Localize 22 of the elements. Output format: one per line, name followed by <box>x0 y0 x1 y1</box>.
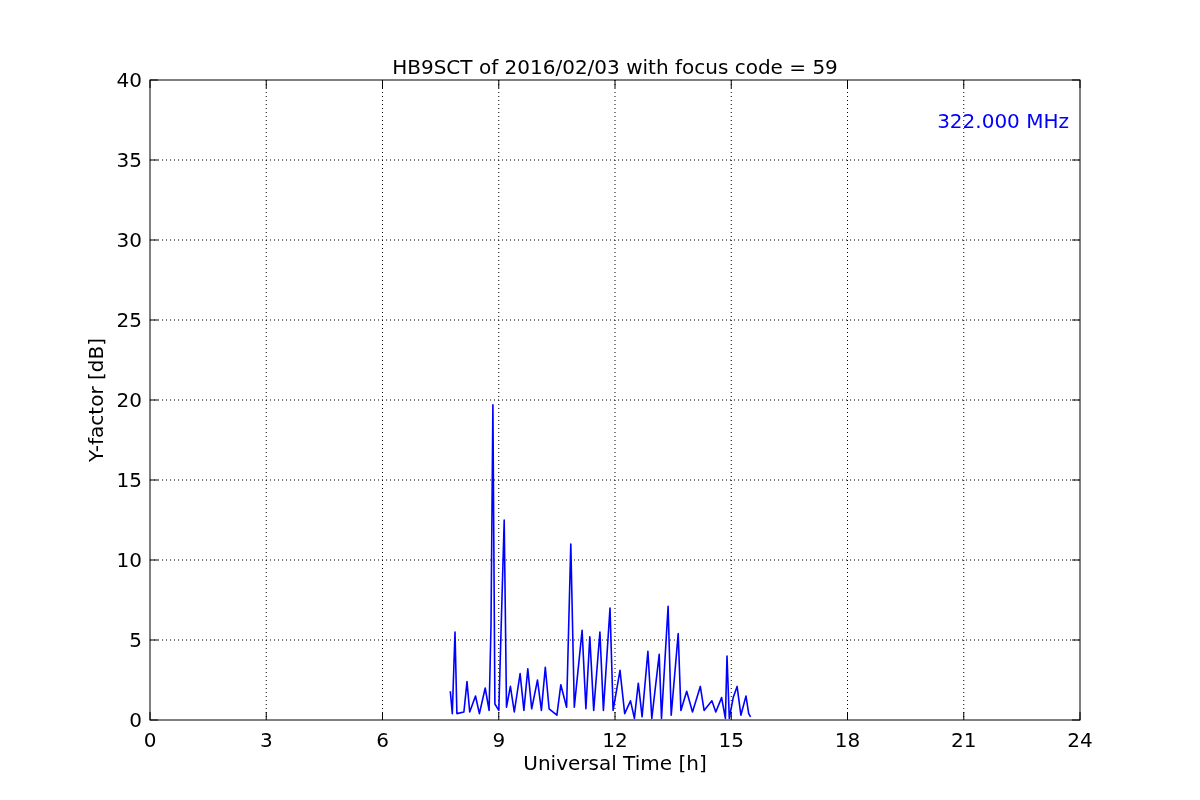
tick-label: 24 <box>1067 728 1093 752</box>
tick-label: 3 <box>259 728 273 752</box>
tick-label: 10 <box>116 548 142 572</box>
tick-label: 20 <box>116 388 142 412</box>
axis-title: Y-factor [dB] <box>84 338 108 462</box>
tick-label: 0 <box>143 728 157 752</box>
tick-label: 35 <box>116 148 142 172</box>
tick-label: 15 <box>116 468 142 492</box>
tick-label: 0 <box>129 708 142 732</box>
tick-label: 21 <box>951 728 977 752</box>
annotation-label: 322.000 MHz <box>937 109 1069 133</box>
tick-label: 6 <box>376 728 389 752</box>
tick-label: 40 <box>116 68 142 92</box>
tick-label: 9 <box>492 728 506 752</box>
chart-title: HB9SCT of 2016/02/03 with focus code = 59 <box>392 55 838 79</box>
tick-label: 15 <box>718 728 744 752</box>
tick-label: 25 <box>116 308 142 332</box>
tick-label: 12 <box>602 728 628 752</box>
axis-title: Universal Time [h] <box>523 751 707 775</box>
tick-label: 5 <box>129 628 142 652</box>
tick-label: 18 <box>834 728 861 752</box>
tick-label: 30 <box>116 228 142 252</box>
